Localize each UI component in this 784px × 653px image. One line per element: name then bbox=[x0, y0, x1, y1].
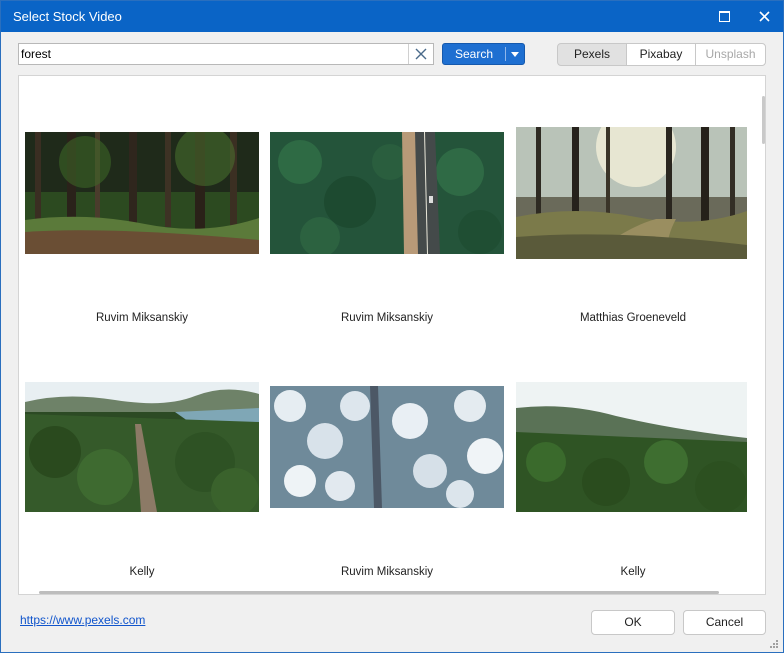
clear-icon bbox=[415, 48, 427, 60]
video-gallery[interactable]: Ruvim Miksanskiy Ruvim Miksanskiy Matthi… bbox=[18, 75, 766, 595]
video-thumbnail[interactable] bbox=[516, 127, 747, 259]
video-thumbnail[interactable] bbox=[270, 132, 504, 254]
video-thumbnail[interactable] bbox=[25, 382, 259, 512]
horizontal-scrollbar[interactable] bbox=[39, 591, 719, 594]
clear-search-button[interactable] bbox=[408, 44, 433, 64]
video-author: Kelly bbox=[620, 566, 646, 578]
video-thumbnail[interactable] bbox=[270, 386, 504, 508]
search-field[interactable] bbox=[18, 43, 434, 65]
vertical-scrollbar[interactable] bbox=[762, 96, 765, 144]
chevron-down-icon bbox=[511, 51, 519, 57]
search-input[interactable] bbox=[21, 46, 401, 62]
maximize-icon bbox=[718, 11, 730, 22]
video-author: Ruvim Miksanskiy bbox=[340, 312, 433, 324]
cancel-button[interactable]: Cancel bbox=[683, 610, 766, 635]
source-pexels-button[interactable]: Pexels bbox=[557, 43, 627, 66]
video-thumbnail[interactable] bbox=[25, 132, 259, 254]
search-dropdown-button[interactable] bbox=[506, 44, 524, 64]
close-button[interactable] bbox=[746, 1, 782, 32]
maximize-button[interactable] bbox=[706, 1, 742, 32]
search-button[interactable]: Search bbox=[442, 43, 525, 65]
video-author: Ruvim Miksanskiy bbox=[340, 566, 433, 578]
source-link[interactable]: https://www.pexels.com bbox=[20, 613, 145, 627]
window-title: Select Stock Video bbox=[13, 9, 122, 24]
stock-video-dialog: Select Stock Video Search Pexels Pixabay… bbox=[0, 0, 784, 653]
title-bar: Select Stock Video bbox=[1, 1, 783, 32]
video-thumbnail[interactable] bbox=[516, 382, 747, 512]
video-author: Matthias Groeneveld bbox=[579, 312, 687, 324]
source-pixabay-button[interactable]: Pixabay bbox=[626, 43, 696, 66]
resize-grip-icon[interactable] bbox=[769, 639, 779, 649]
video-author: Kelly bbox=[129, 566, 155, 578]
close-icon bbox=[758, 11, 770, 22]
source-unsplash-button: Unsplash bbox=[695, 43, 766, 66]
search-button-label: Search bbox=[454, 47, 494, 61]
video-author: Ruvim Miksanskiy bbox=[95, 312, 188, 324]
ok-button[interactable]: OK bbox=[591, 610, 675, 635]
